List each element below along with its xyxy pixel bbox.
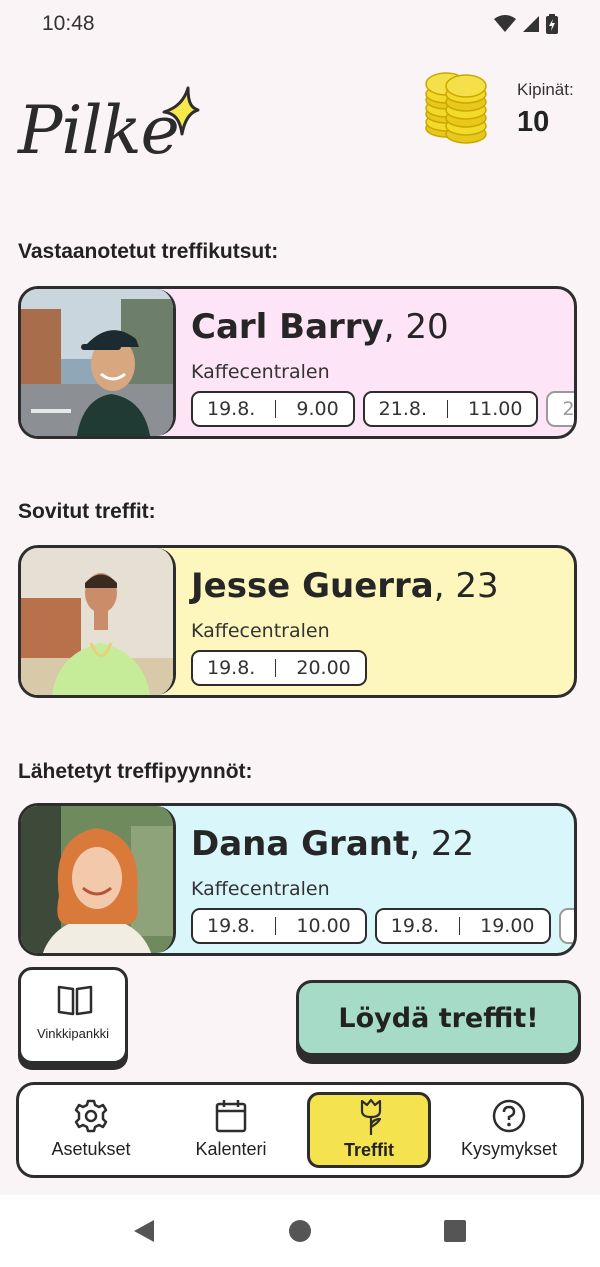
person-name-line: Dana Grant, 22 — [191, 824, 474, 864]
date-invite-card[interactable]: Carl Barry, 20 Kaffecentralen 19.8. 9.00 … — [18, 286, 577, 439]
system-navigation-bar — [0, 1195, 600, 1267]
time-slot[interactable]: 2 — [546, 391, 575, 427]
tips-bank-button[interactable]: Vinkkipankki — [18, 967, 128, 1064]
nav-label: Asetukset — [51, 1139, 131, 1159]
person-name: Carl Barry — [191, 307, 384, 347]
rose-icon — [360, 1098, 382, 1135]
find-dates-button[interactable]: Löydä treffit! — [296, 980, 581, 1056]
status-time: 10:48 — [42, 12, 95, 35]
nav-item-calendar[interactable]: Kalenteri — [169, 1091, 293, 1167]
wifi-icon — [494, 15, 516, 32]
time-slot[interactable]: 19.8. 19.00 — [374, 908, 551, 944]
battery-icon — [546, 14, 558, 34]
person-name-line: Jesse Guerra, 23 — [191, 566, 499, 606]
nav-item-dates[interactable]: Treffit — [307, 1092, 431, 1168]
sparkle-icon — [162, 86, 200, 136]
agreed-date-card[interactable]: Jesse Guerra, 23 Kaffecentralen 19.8. 20.… — [18, 545, 577, 698]
status-icons — [494, 14, 558, 34]
time-slots: 19.8. 20.00 — [191, 650, 367, 686]
person-name: Dana Grant — [191, 824, 410, 864]
time-slots: 19.8. 10.00 19.8. 19.00 — [191, 908, 574, 944]
home-icon[interactable] — [288, 1219, 312, 1243]
person-name-line: Carl Barry, 20 — [191, 307, 449, 347]
slot-time: 11.00 — [468, 398, 523, 420]
sent-request-card[interactable]: Dana Grant, 22 Kaffecentralen 19.8. 10.00… — [18, 803, 577, 956]
profile-photo — [21, 806, 176, 953]
person-name: Jesse Guerra — [191, 566, 434, 606]
book-icon — [57, 985, 93, 1016]
slot-date: 19.8. — [207, 657, 256, 679]
time-slot[interactable]: 21.8. 11.00 — [362, 391, 539, 427]
nav-item-questions[interactable]: Kysymykset — [447, 1091, 571, 1167]
time-slot[interactable]: 19.8. 9.00 — [191, 391, 355, 427]
slot-time: 10.00 — [296, 915, 351, 937]
date-location: Kaffecentralen — [191, 878, 330, 900]
section-title-sent: Lähetetyt treffipyynnöt: — [18, 760, 253, 783]
tips-bank-label: Vinkkipankki — [36, 1026, 110, 1041]
signal-icon — [523, 16, 539, 32]
kipinat-count: 10 — [517, 106, 550, 138]
date-location: Kaffecentralen — [191, 620, 330, 642]
slot-date: 21.8. — [378, 398, 428, 420]
slot-date: 19.8. — [207, 915, 256, 937]
person-age: , 23 — [433, 566, 499, 606]
slot-date: 19.8. — [207, 398, 256, 420]
nav-label: Kysymykset — [460, 1139, 557, 1159]
nav-label: Kalenteri — [195, 1139, 267, 1159]
slot-time: 20.00 — [296, 657, 351, 679]
nav-item-settings[interactable]: Asetukset — [29, 1091, 153, 1167]
time-slot[interactable]: 19.8. 20.00 — [191, 650, 367, 686]
time-slot[interactable]: 19.8. 10.00 — [191, 908, 367, 944]
gear-icon — [74, 1099, 108, 1133]
person-age: , 20 — [383, 307, 449, 347]
section-title-received: Vastaanotetut treffikutsut: — [18, 240, 279, 263]
time-slots: 19.8. 9.00 21.8. 11.00 2 — [191, 391, 575, 427]
section-title-agreed: Sovitut treffit: — [18, 500, 156, 523]
question-icon — [492, 1099, 526, 1133]
slot-time: 9.00 — [296, 398, 339, 420]
slot-date: 19.8. — [390, 915, 440, 937]
slot-date: 2 — [562, 398, 575, 420]
person-age: , 22 — [409, 824, 475, 864]
app-logo: Pilke — [18, 92, 180, 169]
kipinat-label: Kipinät: — [517, 80, 574, 99]
back-icon[interactable] — [132, 1219, 156, 1243]
slot-time: 19.00 — [480, 915, 535, 937]
time-slot[interactable] — [558, 908, 574, 944]
bottom-navigation: Asetukset Kalenteri Treffit Kysymykset — [16, 1082, 584, 1178]
recents-icon[interactable] — [443, 1219, 467, 1243]
date-location: Kaffecentralen — [191, 361, 330, 383]
profile-photo — [21, 548, 176, 695]
nav-label: Treffit — [343, 1140, 394, 1160]
coins-icon — [425, 72, 487, 144]
calendar-icon — [215, 1100, 247, 1133]
profile-photo — [21, 289, 176, 436]
